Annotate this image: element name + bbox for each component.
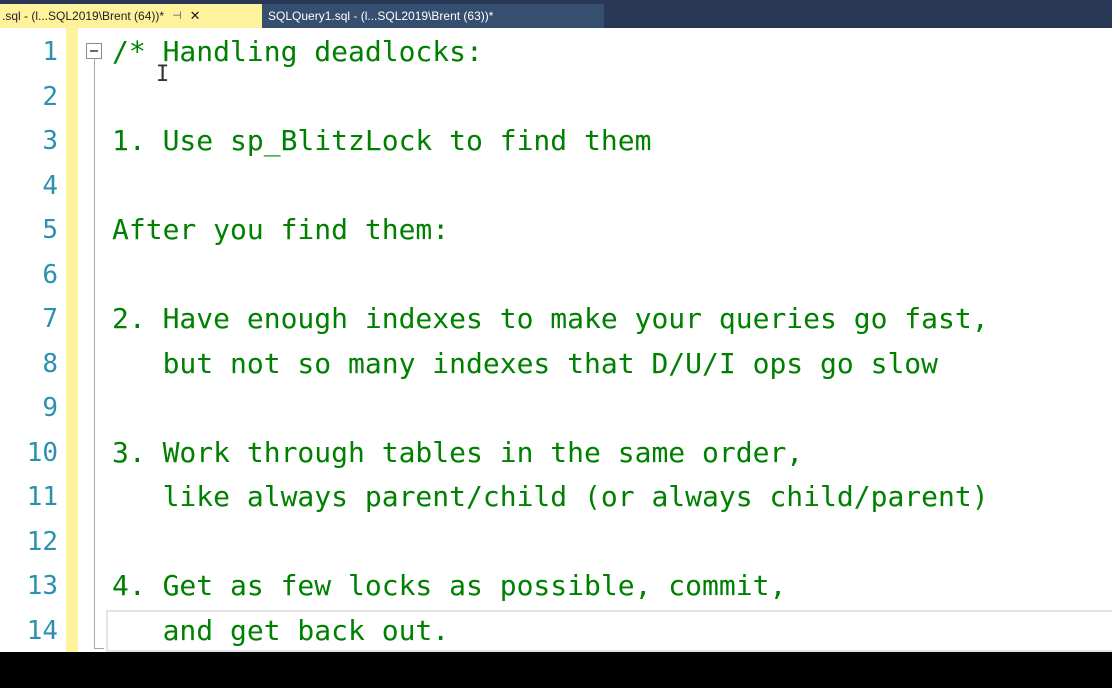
change-tracking-bar: [66, 28, 78, 652]
outline-guide-line: [94, 59, 95, 649]
line-number: 12: [26, 526, 58, 557]
line-number: 6: [42, 259, 58, 290]
document-tab-strip: .sql - (l...SQL2019\Brent (64))* ⊣ ✕ SQL…: [0, 0, 1112, 28]
tab-sqlquery1[interactable]: SQLQuery1.sql - (l...SQL2019\Brent (63))…: [262, 4, 604, 28]
line-number: 4: [42, 170, 58, 201]
line-number: 14: [26, 615, 58, 646]
code-line[interactable]: 2. Have enough indexes to make your quer…: [112, 297, 989, 342]
pin-icon[interactable]: ⊣: [172, 10, 182, 22]
tab-label: .sql - (l...SQL2019\Brent (64))*: [2, 9, 165, 23]
line-number: 9: [42, 393, 58, 423]
code-line[interactable]: 4. Get as few locks as possible, commit,: [112, 564, 786, 609]
line-number: 8: [42, 348, 58, 379]
line-number: 11: [26, 482, 58, 512]
code-line[interactable]: like always parent/child (or always chil…: [112, 475, 989, 520]
collapse-region-icon[interactable]: [86, 43, 102, 59]
line-number: 7: [42, 304, 58, 334]
line-number: 10: [26, 437, 58, 468]
tab-active-query[interactable]: .sql - (l...SQL2019\Brent (64))* ⊣ ✕: [0, 4, 262, 28]
line-number: 3: [42, 126, 58, 156]
text-cursor-icon: I: [156, 62, 170, 87]
line-number: 5: [42, 215, 58, 245]
line-number: 13: [26, 571, 58, 601]
bottom-band: [0, 652, 1112, 688]
line-number: 2: [42, 81, 58, 112]
line-number: 1: [42, 37, 58, 67]
query-editor[interactable]: 1/* Handling deadlocks: 2 3 1. Use sp_Blitz…: [0, 28, 1112, 652]
tab-label: SQLQuery1.sql - (l...SQL2019\Brent (63))…: [268, 9, 494, 23]
code-line[interactable]: After you find them:: [112, 208, 449, 253]
code-line[interactable]: and get back out.: [112, 609, 450, 653]
code-line[interactable]: 3. Work through tables in the same order…: [112, 431, 803, 476]
outline-guide-end: [94, 648, 104, 649]
ssms-window: .sql - (l...SQL2019\Brent (64))* ⊣ ✕ SQL…: [0, 0, 1112, 688]
code-line[interactable]: 1. Use sp_BlitzLock to find them: [112, 119, 651, 164]
close-icon[interactable]: ✕: [190, 9, 201, 22]
code-line[interactable]: but not so many indexes that D/U/I ops g…: [112, 342, 938, 387]
